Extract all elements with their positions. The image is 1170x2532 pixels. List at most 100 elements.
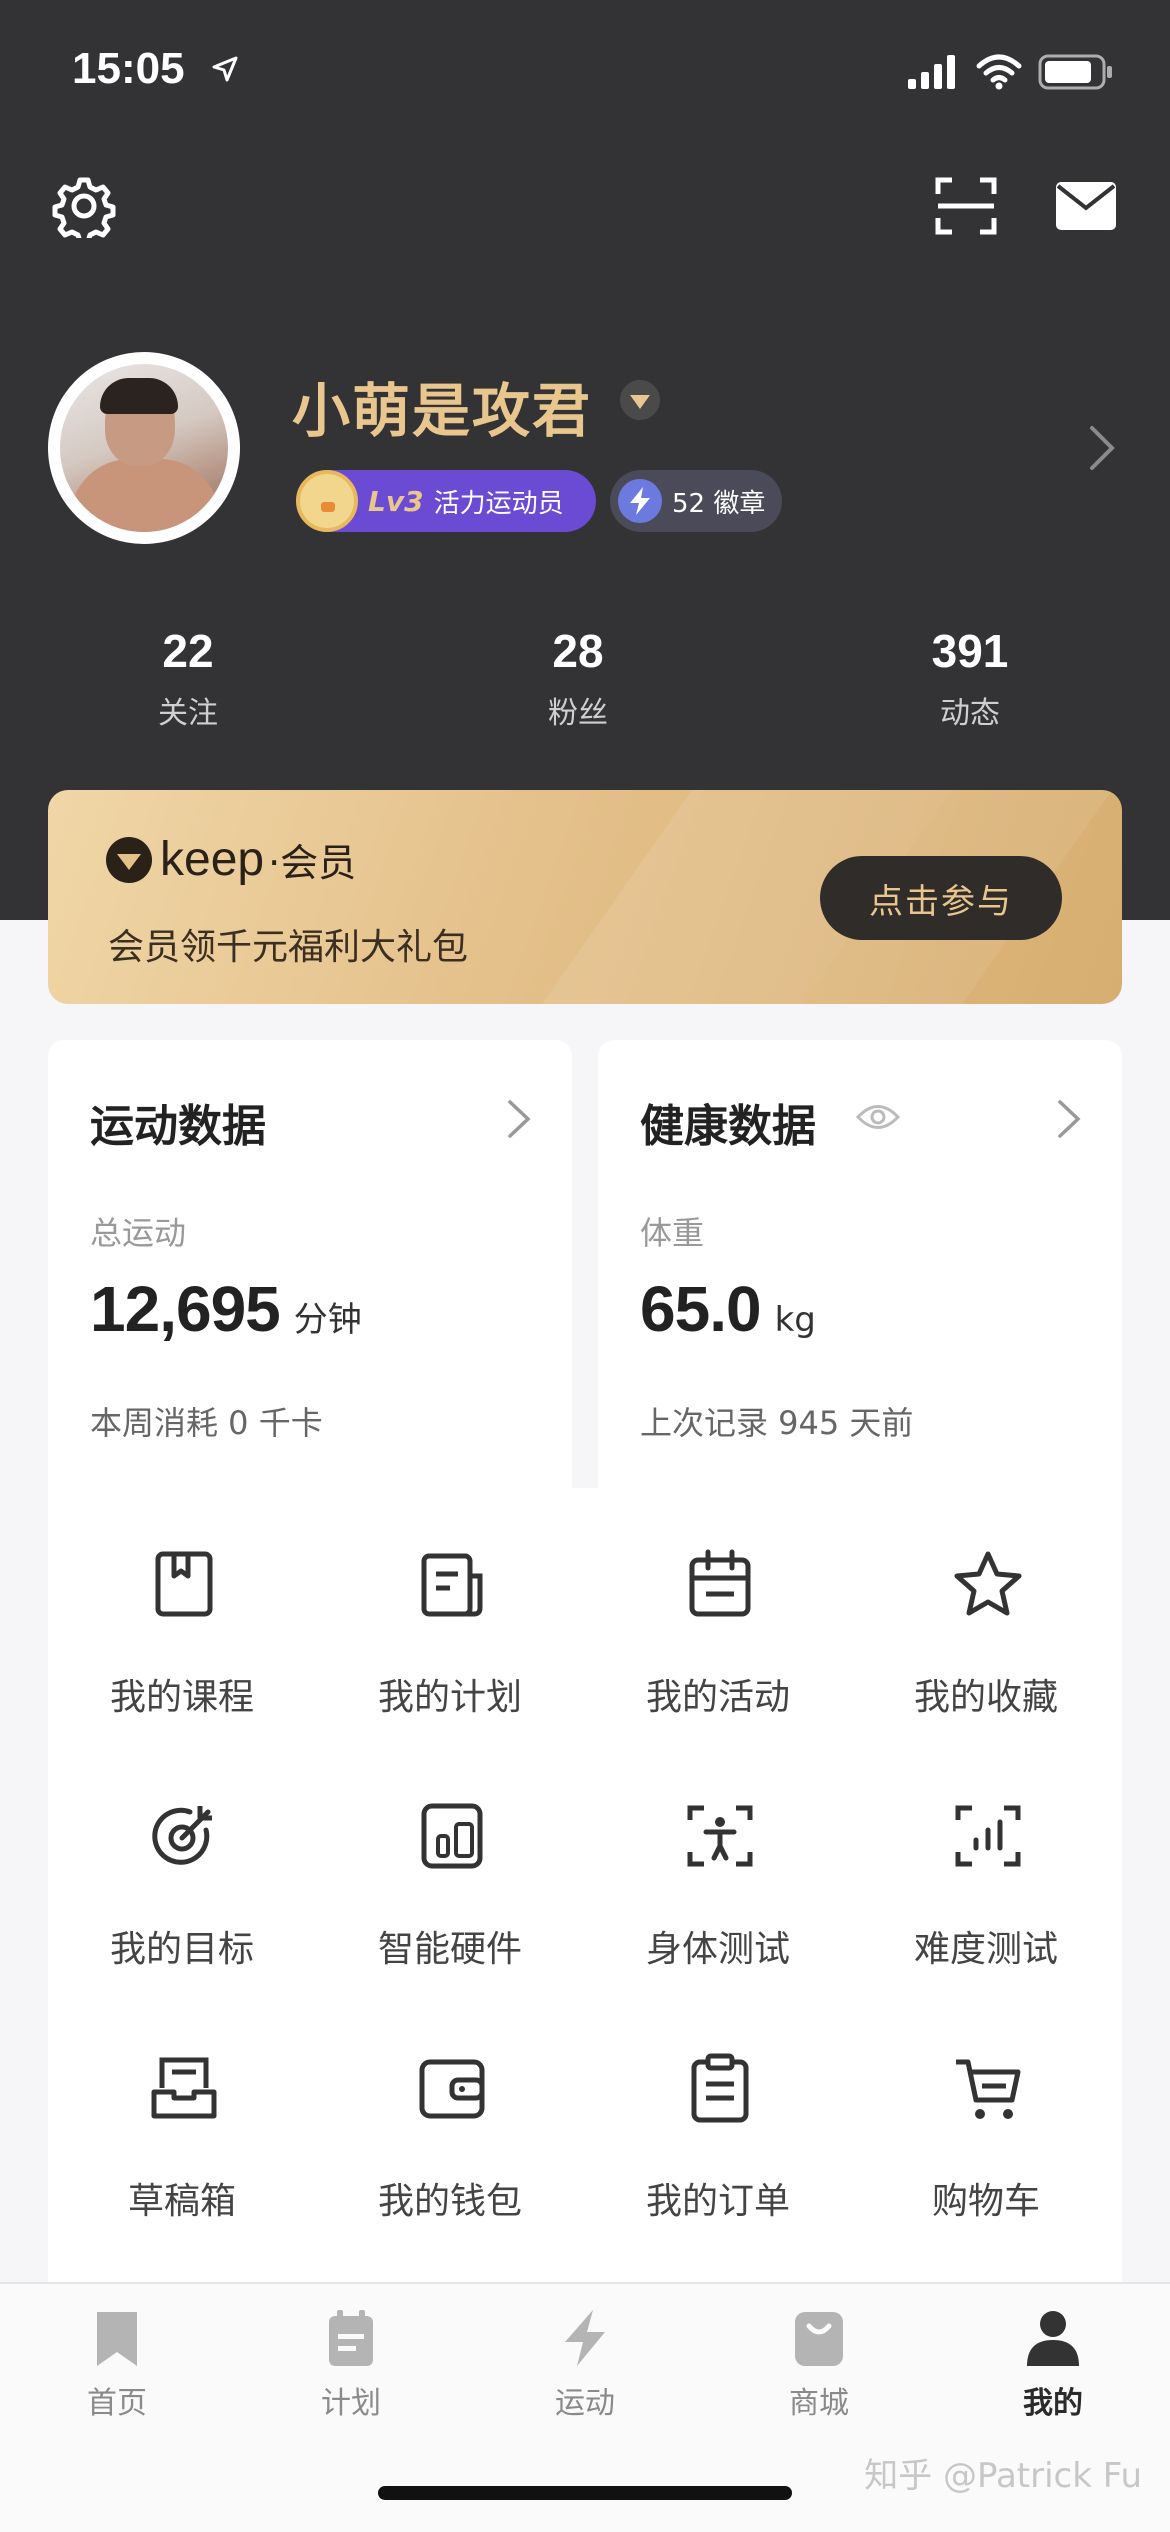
- grid-item-my-orders[interactable]: 我的订单: [584, 1992, 852, 2242]
- grid-item-my-courses[interactable]: 我的课程: [48, 1488, 316, 1738]
- health-data-value: 65.0 kg: [640, 1272, 816, 1346]
- tab-home[interactable]: 首页: [0, 2308, 234, 2448]
- weekly-calories: 本周消耗 0 千卡: [90, 1404, 323, 1442]
- grid-label: 购物车: [931, 2181, 1040, 2222]
- vip-join-button[interactable]: 点击参与: [820, 856, 1062, 940]
- grid-label: 身体测试: [645, 1929, 790, 1970]
- stat-following[interactable]: 22 关注: [68, 624, 308, 732]
- grid-item-my-favorites[interactable]: 我的收藏: [852, 1488, 1120, 1738]
- chick-mascot-icon: [296, 470, 358, 532]
- difficulty-scan-icon: [955, 1805, 1021, 1867]
- scan-icon[interactable]: [934, 174, 998, 238]
- grid-item-difficulty-test[interactable]: 难度测试: [852, 1740, 1120, 1990]
- stat-label: 动态: [940, 696, 1000, 731]
- chevron-right-icon: [508, 1100, 531, 1138]
- grid-label: 我的订单: [645, 2181, 790, 2222]
- location-arrow-icon: [212, 56, 238, 82]
- minutes-unit: 分钟: [293, 1300, 362, 1340]
- tab-exercise[interactable]: 运动: [468, 2308, 702, 2448]
- level-title: 活力运动员: [433, 488, 564, 519]
- tab-plan[interactable]: 计划: [234, 2308, 468, 2448]
- tab-label: 首页: [87, 2386, 147, 2421]
- tab-label: 商城: [789, 2386, 849, 2421]
- shopping-bag-icon: [795, 2312, 843, 2366]
- grid-label: 我的目标: [109, 1929, 254, 1970]
- level-number: Lv3: [368, 484, 424, 518]
- stat-posts[interactable]: 391 动态: [850, 624, 1090, 732]
- grid-item-my-goals[interactable]: 我的目标: [48, 1740, 316, 1990]
- status-time: 15:05: [72, 44, 185, 93]
- bookmark-icon: [97, 2312, 137, 2366]
- tab-label: 运动: [555, 2386, 615, 2421]
- health-data-card[interactable]: 健康数据 体重 65.0 kg 上次记录 945 天前: [598, 1040, 1122, 1488]
- home-indicator[interactable]: [378, 2486, 792, 2500]
- grid-label: 我的收藏: [913, 1677, 1058, 1718]
- vip-logo: keep ·会员: [104, 832, 356, 887]
- settings-gear-icon[interactable]: [52, 174, 116, 238]
- avatar[interactable]: [48, 352, 240, 544]
- grid-label: 我的钱包: [377, 2181, 522, 2222]
- tab-me[interactable]: 我的: [936, 2308, 1170, 2448]
- stat-label: 关注: [158, 696, 218, 731]
- lightning-badge-icon: [618, 479, 662, 523]
- wifi-icon: [976, 54, 1022, 90]
- grid-item-smart-hardware[interactable]: 智能硬件: [316, 1740, 584, 1990]
- grid-label: 我的计划: [377, 1677, 522, 1718]
- weight-value: 65.0: [640, 1273, 762, 1345]
- sport-data-title: 运动数据: [90, 1101, 266, 1152]
- stat-value: 28: [552, 625, 604, 677]
- tab-label: 计划: [321, 2386, 381, 2421]
- sport-data-card[interactable]: 运动数据 总运动 12,695 分钟 本周消耗 0 千卡: [48, 1040, 572, 1488]
- grid-label: 我的课程: [109, 1677, 254, 1718]
- battery-icon: [1038, 54, 1112, 90]
- tab-label: 我的: [1023, 2386, 1083, 2421]
- plan-document-icon: [421, 1553, 483, 1617]
- health-data-label: 体重: [640, 1214, 705, 1252]
- health-data-title: 健康数据: [640, 1101, 816, 1152]
- calendar-icon: [329, 2310, 373, 2366]
- feature-grid: 我的课程 我的计划 我的活动 我的收藏 我的目标 智能硬件 身体测试 难度测试 …: [48, 1488, 1122, 2288]
- chevron-right-icon: [1058, 1100, 1081, 1138]
- sport-data-value: 12,695 分钟: [90, 1272, 362, 1346]
- vip-brand: keep: [160, 833, 265, 886]
- grid-label: 草稿箱: [127, 2181, 236, 2222]
- last-record: 上次记录 945 天前: [640, 1404, 914, 1442]
- badges-pill[interactable]: 52 徽章: [610, 470, 782, 532]
- devices-icon: [421, 1803, 483, 1869]
- message-envelope-icon[interactable]: [1054, 174, 1118, 238]
- total-minutes: 12,695: [90, 1273, 281, 1345]
- vip-brand-suffix: ·会员: [268, 841, 357, 885]
- badges-count: 52 徽章: [672, 488, 766, 519]
- stat-label: 粉丝: [548, 696, 608, 731]
- bookmark-book-icon: [155, 1551, 213, 1617]
- grid-item-my-wallet[interactable]: 我的钱包: [316, 1992, 584, 2242]
- body-scan-icon: [687, 1805, 753, 1867]
- grid-label: 智能硬件: [377, 1929, 522, 1970]
- calendar-icon: [689, 1549, 751, 1617]
- grid-item-my-activities[interactable]: 我的活动: [584, 1488, 852, 1738]
- eye-visibility-icon[interactable]: [856, 1102, 900, 1132]
- watermark: 知乎 @Patrick Fu: [864, 2456, 1142, 2496]
- stat-value: 22: [162, 625, 214, 677]
- grid-label: 难度测试: [913, 1929, 1058, 1970]
- vip-membership-card[interactable]: keep ·会员 会员领千元福利大礼包 点击参与: [48, 790, 1122, 1004]
- clipboard-icon: [691, 2053, 749, 2123]
- grid-item-my-plans[interactable]: 我的计划: [316, 1488, 584, 1738]
- username[interactable]: 小萌是攻君: [292, 364, 592, 448]
- person-icon: [1027, 2311, 1079, 2366]
- grid-label: 我的活动: [645, 1677, 790, 1718]
- profile-chevron-right-icon[interactable]: [1084, 422, 1120, 474]
- tab-mall[interactable]: 商城: [702, 2308, 936, 2448]
- stat-value: 391: [931, 625, 1009, 677]
- grid-item-cart[interactable]: 购物车: [852, 1992, 1120, 2242]
- draft-tray-icon: [151, 2057, 217, 2119]
- grid-item-body-test[interactable]: 身体测试: [584, 1740, 852, 1990]
- vip-description: 会员领千元福利大礼包: [108, 927, 469, 968]
- keep-diamond-icon: [106, 836, 152, 883]
- vip-diamond-icon: [620, 380, 660, 420]
- wallet-icon: [419, 2059, 485, 2119]
- status-bar: 15:05: [0, 0, 1170, 140]
- stat-followers[interactable]: 28 粉丝: [458, 624, 698, 732]
- level-badge[interactable]: Lv3 活力运动员: [296, 470, 596, 532]
- grid-item-drafts[interactable]: 草稿箱: [48, 1992, 316, 2242]
